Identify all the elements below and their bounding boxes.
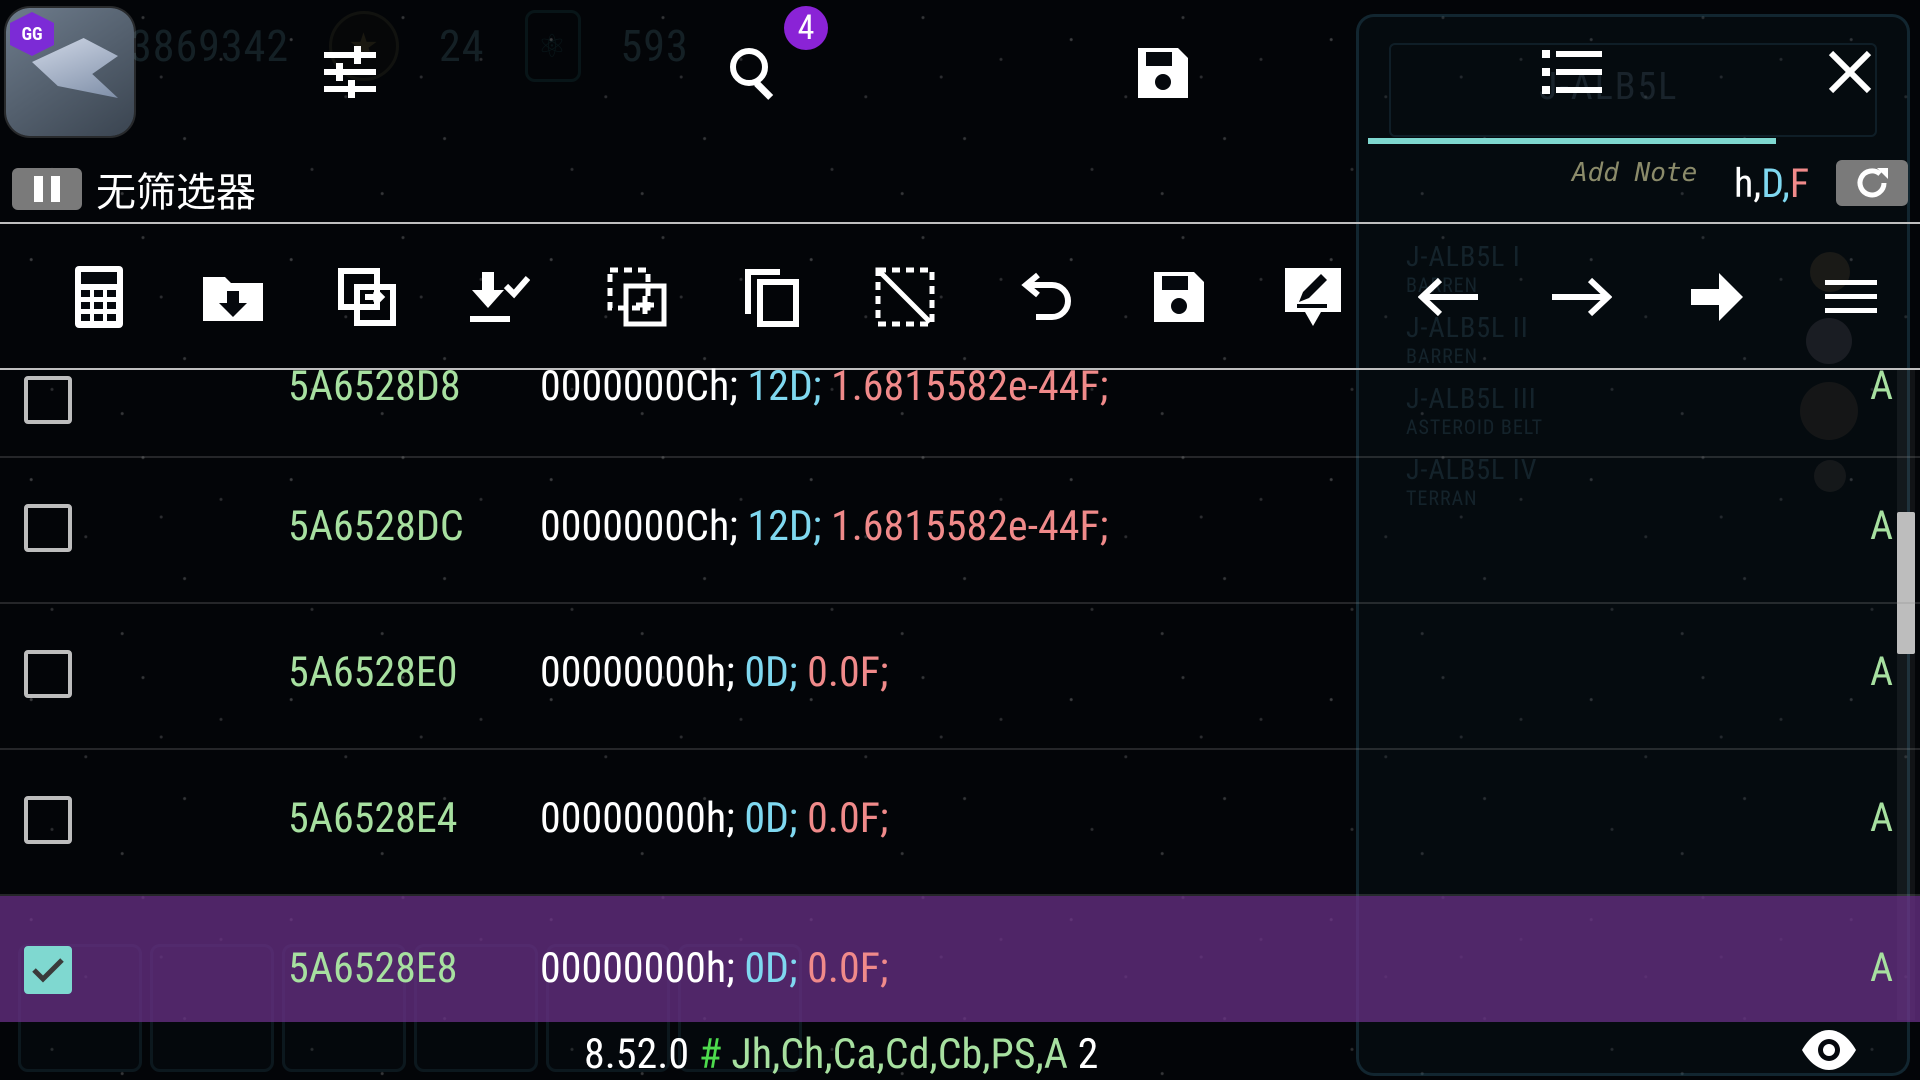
row-checkbox[interactable]: [24, 796, 72, 844]
add-note-field[interactable]: Add Note: [1572, 158, 1697, 188]
value-types[interactable]: h,D,F: [1734, 160, 1809, 207]
search-results-badge: 4: [784, 6, 828, 50]
row-address: 5A6528D8: [288, 362, 461, 411]
status-bar: 8.52.0 # Jh,Ch,Ca,Cd,Cb,PS,A 2: [584, 1030, 1098, 1079]
row-address: 5A6528E0: [288, 648, 458, 697]
filter-row: 无筛选器: [12, 160, 256, 218]
tab-indicator: [1368, 138, 1776, 144]
table-row-selected[interactable]: 5A6528E8 00000000h; 0D; 0.0F; A: [0, 896, 1920, 1022]
row-address: 5A6528DC: [288, 502, 464, 551]
row-values: 00000000h; 0D; 0.0F;: [540, 944, 889, 993]
row-values: 0000000Ch; 12D; 1.6815582e-44F;: [540, 362, 1109, 411]
row-address: 5A6528E4: [288, 794, 458, 843]
check-icon: [32, 958, 64, 983]
row-flag: A: [1870, 648, 1894, 695]
search-icon[interactable]: [720, 38, 788, 106]
table-row[interactable]: 5A6528DC 0000000Ch; 12D; 1.6815582e-44F;…: [0, 458, 1920, 604]
row-flag: A: [1870, 944, 1894, 991]
pause-button[interactable]: [12, 168, 82, 210]
row-flag: A: [1870, 794, 1894, 841]
row-values: 00000000h; 0D; 0.0F;: [540, 648, 889, 697]
row-address: 5A6528E8: [288, 944, 458, 993]
status-hash: #: [698, 1030, 722, 1079]
row-checkbox[interactable]: [24, 650, 72, 698]
eye-icon[interactable]: [1800, 1028, 1858, 1072]
save-icon[interactable]: [1130, 40, 1196, 106]
type-d: D,: [1761, 160, 1790, 207]
gg-logo: GG: [10, 12, 54, 56]
app-icon[interactable]: GG: [6, 8, 134, 136]
refresh-icon: [1857, 168, 1888, 198]
row-flag: A: [1870, 502, 1894, 549]
row-checkbox[interactable]: [24, 376, 72, 424]
row-flag: A: [1870, 362, 1894, 409]
divider-top: [0, 222, 1920, 224]
filter-label[interactable]: 无筛选器: [96, 160, 256, 218]
version-label: 8.52.0: [584, 1030, 690, 1079]
row-values: 0000000Ch; 12D; 1.6815582e-44F;: [540, 502, 1109, 551]
type-h: h,: [1734, 160, 1762, 207]
table-row[interactable]: 5A6528D8 0000000Ch; 12D; 1.6815582e-44F;…: [0, 312, 1920, 458]
refresh-button[interactable]: [1836, 160, 1908, 206]
type-f: F: [1789, 160, 1810, 207]
row-values: 00000000h; 0D; 0.0F;: [540, 794, 889, 843]
settings-sliders-icon[interactable]: [318, 40, 382, 104]
status-count: 2: [1077, 1030, 1099, 1079]
close-icon[interactable]: [1822, 44, 1878, 100]
list-icon[interactable]: [1540, 42, 1604, 102]
row-checkbox-checked[interactable]: [24, 946, 72, 994]
status-types: Jh,Ch,Ca,Cd,Cb,PS,A: [731, 1030, 1069, 1079]
row-checkbox[interactable]: [24, 504, 72, 552]
table-row[interactable]: 5A6528E4 00000000h; 0D; 0.0F; A: [0, 750, 1920, 896]
table-row[interactable]: 5A6528E0 00000000h; 0D; 0.0F; A: [0, 604, 1920, 750]
